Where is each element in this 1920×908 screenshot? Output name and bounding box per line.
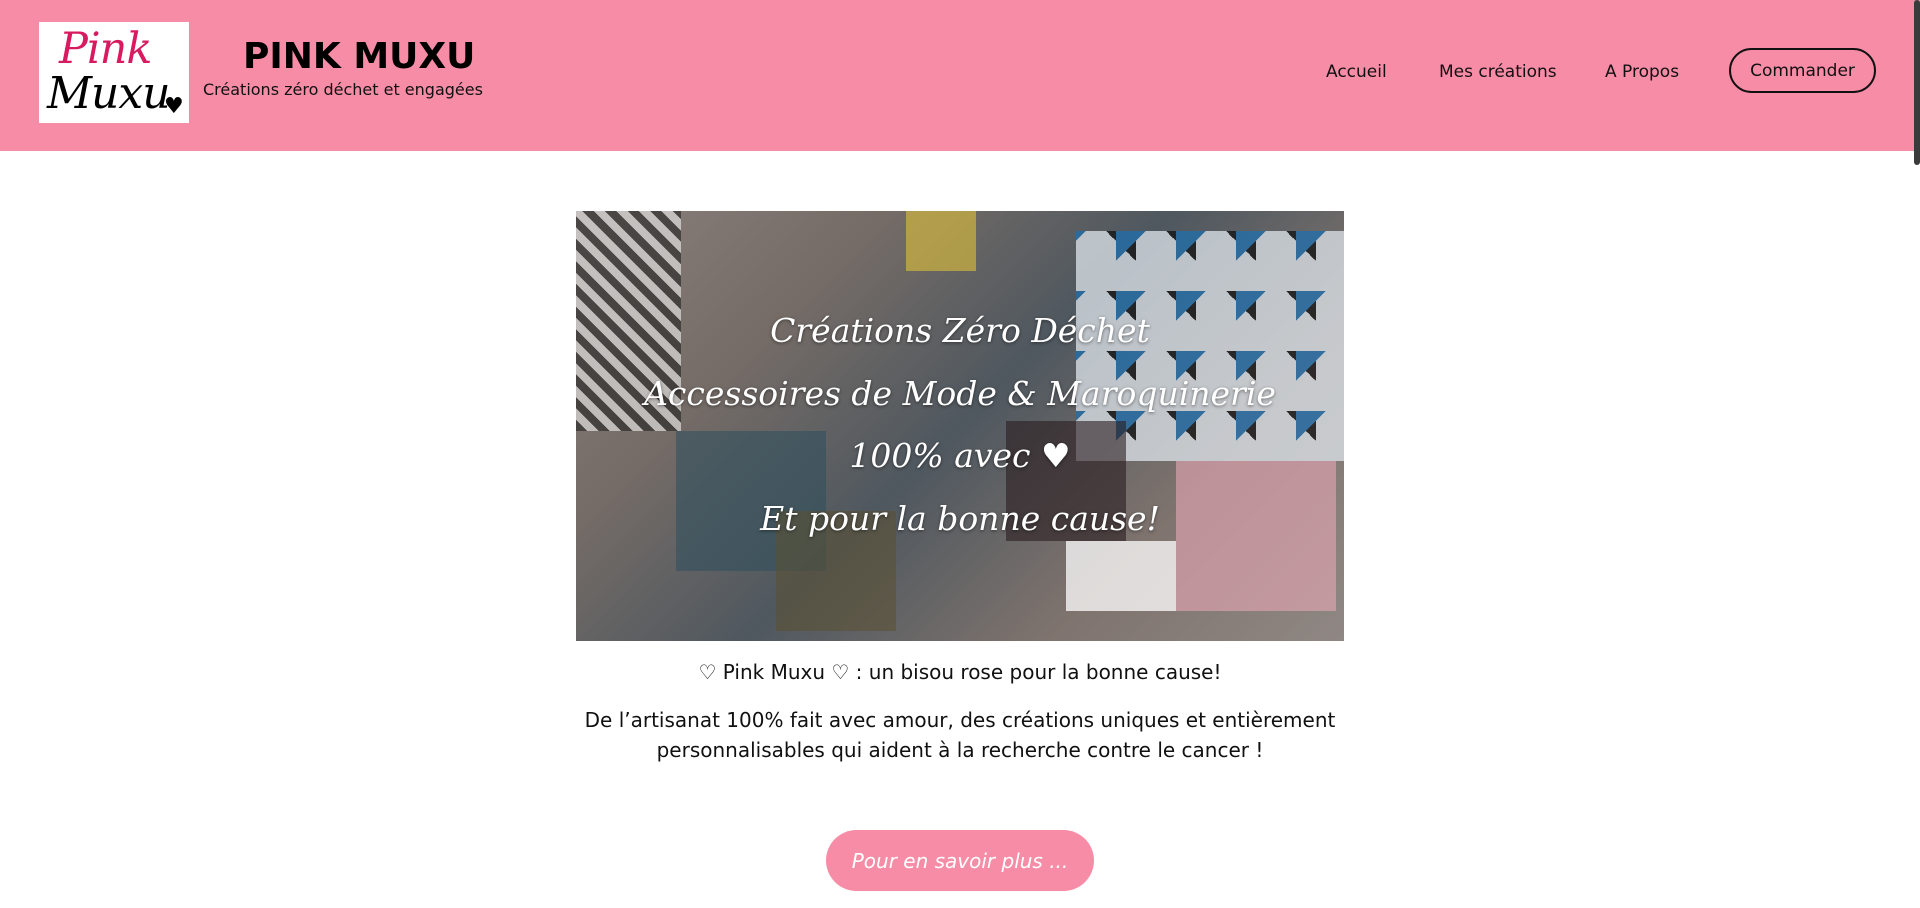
- site-header: Pink Muxu ♥ PINK MUXU Créations zéro déc…: [0, 0, 1920, 151]
- site-logo[interactable]: Pink Muxu ♥: [39, 22, 189, 123]
- hero-photo-fabric: [906, 211, 976, 271]
- description-text: De l’artisanat 100% fait avec amour, des…: [584, 708, 1336, 762]
- logo-text-pink: Pink: [59, 24, 152, 74]
- order-button[interactable]: Commander: [1729, 48, 1876, 93]
- hero-line-3: 100% avec ♥: [849, 436, 1071, 475]
- scrollbar-thumb[interactable]: [1914, 0, 1920, 165]
- nav-link-a-propos[interactable]: A Propos: [1605, 62, 1679, 82]
- learn-more-button[interactable]: Pour en savoir plus ...: [826, 830, 1094, 891]
- site-tagline: Créations zéro déchet et engagées: [203, 80, 483, 99]
- nav-link-accueil[interactable]: Accueil: [1326, 62, 1387, 82]
- hero-line-2: Accessoires de Mode & Maroquinerie: [644, 374, 1276, 413]
- nav-link-mes-creations[interactable]: Mes créations: [1439, 62, 1557, 82]
- logo-text-muxu: Muxu: [47, 68, 171, 119]
- hero-photo-card: [1066, 541, 1176, 611]
- heart-icon: ♥: [164, 94, 184, 119]
- site-title[interactable]: PINK MUXU: [243, 36, 475, 77]
- hero-line-1: Créations Zéro Déchet: [770, 311, 1150, 350]
- intro-text: ♡ Pink Muxu ♡ : un bisou rose pour la bo…: [698, 660, 1222, 684]
- hero-banner-image: Créations Zéro Déchet Accessoires de Mod…: [576, 211, 1344, 641]
- hero-line-4: Et pour la bonne cause!: [760, 499, 1160, 538]
